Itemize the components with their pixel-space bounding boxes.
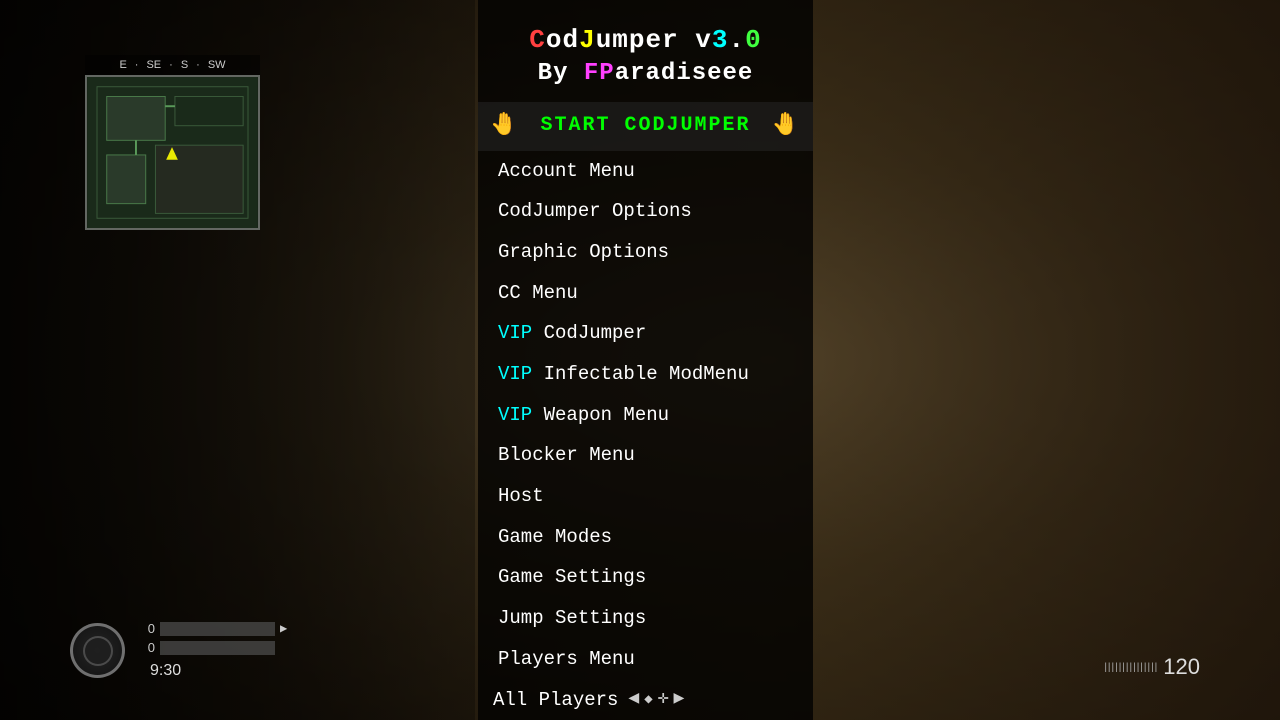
compass-dots: · [135,59,139,71]
compass-s: S [181,59,188,71]
ammo-dots: ||||||||||||||| [1104,662,1158,673]
title-umper: umper v [596,25,712,55]
nav-diamond-icon: ◆ [644,691,652,709]
menu-title: CodJumper v3.0 By FParadiseee [478,0,813,102]
stamina-bar-row: 0 [140,640,287,655]
vip-prefix-2: VIP [498,362,532,387]
minimap [85,75,260,230]
title-aradiseee: aradiseee [615,60,754,87]
game-timer: 9:30 [150,662,181,680]
compass-inner [83,636,113,666]
blocker-label: Blocker Menu [498,443,635,468]
graphic-options-label: Graphic Options [498,240,669,265]
game-settings-label: Game Settings [498,565,646,590]
title-c: C [529,25,546,55]
host-label: Host [498,484,544,509]
vip-prefix-3: VIP [498,403,532,428]
menu-item-game-modes[interactable]: Game Modes [478,517,813,558]
title-line1: CodJumper v3.0 [498,25,793,55]
title-fp: FP [584,60,615,87]
stamina-label: 0 [140,640,155,655]
vip-infectable-label: Infectable ModMenu [532,362,749,387]
compass-dots2: · [169,59,173,71]
menu-list: 🤚 START CODJUMPER 🤚 Account Menu CodJump… [478,102,813,720]
title-od: od [546,25,579,55]
hand-right-icon: 🤚 [772,112,801,141]
vip-prefix-1: VIP [498,321,532,346]
compass-circle [70,623,125,678]
ammo-count: 120 [1163,654,1200,680]
menu-item-all-players[interactable]: All Players ◀ ◆ ✛ ▶ [478,680,813,720]
account-label: Account Menu [498,159,635,184]
menu-item-jump-settings[interactable]: Jump Settings [478,598,813,639]
menu-item-host[interactable]: Host [478,476,813,517]
vip-weapon-label: Weapon Menu [532,403,669,428]
minimap-compass: E · SE · S · SW [85,55,260,75]
menu-item-players-menu[interactable]: Players Menu [478,639,813,680]
menu-item-cc-menu[interactable]: CC Menu [478,273,813,314]
title-0: 0 [745,25,762,55]
minimap-svg [87,77,258,228]
menu-panel: CodJumper v3.0 By FParadiseee 🤚 START CO… [478,0,813,720]
nav-cross-icon: ✛ [658,688,669,711]
all-players-label: All Players [493,688,618,713]
health-bar-row: 0 ▶ [140,621,287,636]
cc-menu-label: CC Menu [498,281,578,306]
title-3: 3 [712,25,729,55]
menu-item-account[interactable]: Account Menu [478,151,813,192]
codjumper-options-label: CodJumper Options [498,199,692,224]
menu-item-game-settings[interactable]: Game Settings [478,557,813,598]
compass-e: E [119,59,126,71]
menu-item-codjumper-options[interactable]: CodJumper Options [478,191,813,232]
menu-item-vip-infectable[interactable]: VIP Infectable ModMenu [478,354,813,395]
ammo-counter: ||||||||||||||| 120 [1104,654,1200,680]
game-modes-label: Game Modes [498,525,612,550]
compass-dots3: · [196,59,200,71]
title-line2: By FParadiseee [498,60,793,87]
health-bar [160,622,275,636]
menu-item-blocker[interactable]: Blocker Menu [478,435,813,476]
health-label: 0 [140,621,155,636]
nav-left-icon[interactable]: ◀ [628,688,639,711]
start-label: START CODJUMPER [519,113,771,139]
vip-codjumper-label: CodJumper [532,321,646,346]
health-arrow: ▶ [280,621,287,636]
title-by: By [538,60,584,87]
nav-right-icon[interactable]: ▶ [674,688,685,711]
bars-area: 0 ▶ 0 9:30 [140,621,287,680]
jump-settings-label: Jump Settings [498,606,646,631]
menu-item-vip-codjumper[interactable]: VIP CodJumper [478,313,813,354]
players-menu-label: Players Menu [498,647,635,672]
menu-item-vip-weapon[interactable]: VIP Weapon Menu [478,395,813,436]
compass-sw: SW [208,59,226,71]
title-dot: . [729,25,746,55]
title-j: J [579,25,596,55]
hud-bottom-left: 0 ▶ 0 9:30 [70,621,287,680]
menu-item-graphic-options[interactable]: Graphic Options [478,232,813,273]
menu-item-start[interactable]: 🤚 START CODJUMPER 🤚 [478,102,813,151]
compass-se: SE [146,59,161,71]
stamina-bar [160,641,275,655]
hand-left-icon: 🤚 [490,112,519,141]
